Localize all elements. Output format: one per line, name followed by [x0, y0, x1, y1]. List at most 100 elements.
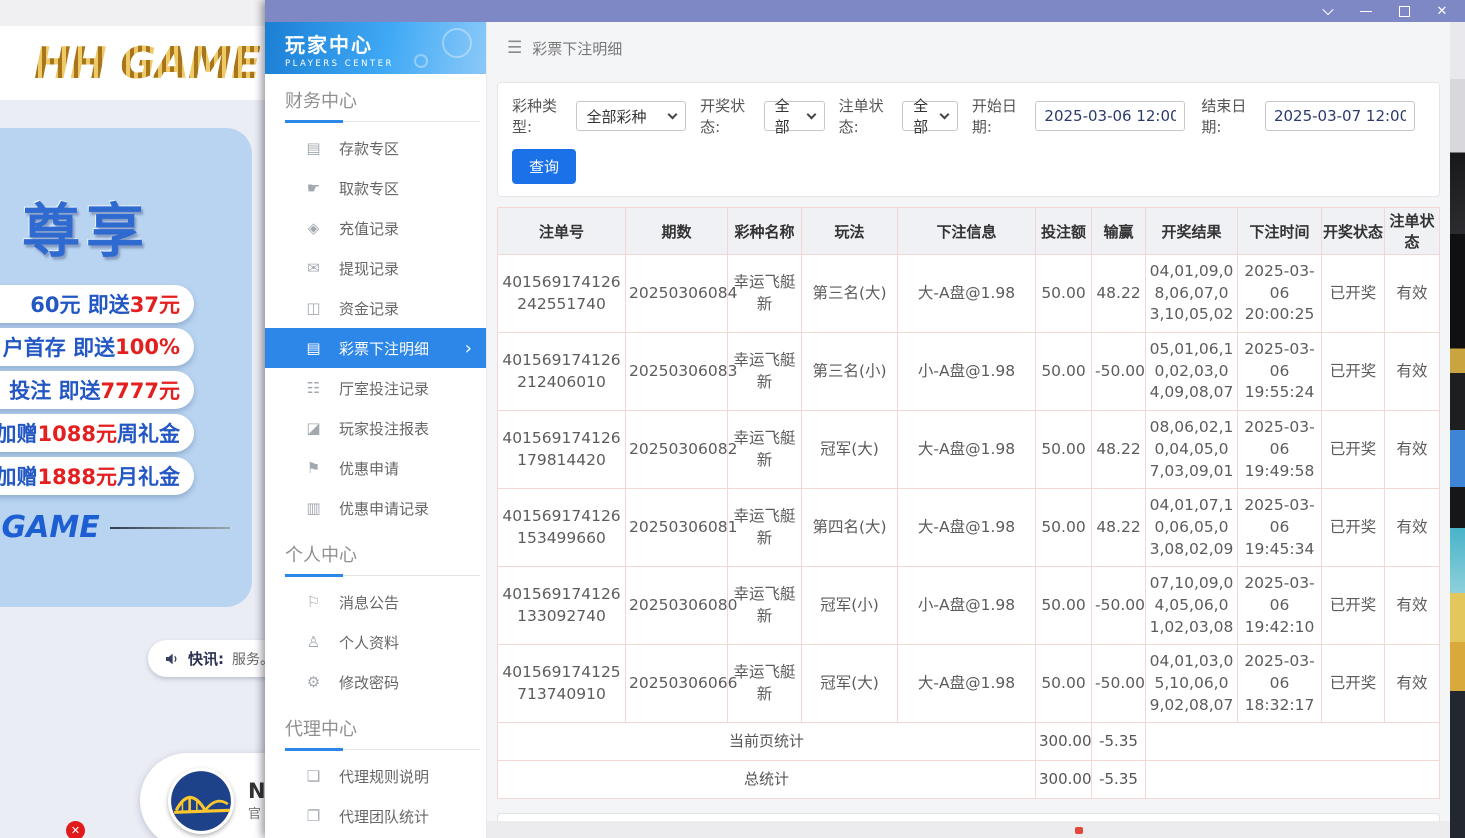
sidebar-item-label: 存款专区: [339, 138, 399, 159]
lottery-cell: 幸运飞艇新: [728, 489, 802, 567]
promo-text: 周礼金: [117, 418, 180, 448]
promo-panel: 尊享 60元 即送37元 户首存 即送100% 投注 即送7777元 天加赠10…: [0, 128, 252, 607]
draw-status-select[interactable]: 全部: [764, 101, 825, 131]
maximize-button[interactable]: [1397, 4, 1411, 18]
sidebar-item-agent-team-stats[interactable]: ❐ 代理团队统计: [265, 796, 486, 836]
sidebar-item-lottery-bet-details[interactable]: ▤ 彩票下注明细 ›: [265, 328, 486, 368]
promo-text: 天加赠: [0, 461, 38, 491]
result-cell: 04,01,07,10,06,05,03,08,02,09: [1146, 489, 1238, 567]
close-button[interactable]: ✕: [1435, 4, 1449, 18]
chevron-down-icon[interactable]: [1321, 4, 1335, 18]
table-row: 401569174126153499660 20250306081 幸运飞艇新 …: [498, 489, 1440, 567]
minimize-button[interactable]: [1359, 4, 1373, 18]
table-row: 401569174126212406010 20250306083 幸运飞艇新 …: [498, 333, 1440, 411]
bell-icon: ⚐: [305, 593, 322, 611]
bet-time-cell: 2025-03-06 19:45:34: [1238, 489, 1322, 567]
bet-id-cell: 401569174125713740910: [498, 645, 626, 723]
sidebar-item-agent-rules[interactable]: ❏ 代理规则说明: [265, 756, 486, 796]
col-header-draw-status: 开奖状态: [1322, 208, 1385, 255]
promo-highlight: 100%: [115, 335, 180, 359]
order-status-label: 注单状态:: [839, 95, 897, 137]
page-summary-row: 当前页统计 300.00 -5.35: [498, 723, 1440, 761]
document-icon: ❏: [305, 767, 322, 785]
page-title: 彩票下注明细: [532, 38, 622, 59]
search-button[interactable]: 查询: [512, 149, 576, 184]
lottery-type-select[interactable]: 全部彩种: [576, 101, 687, 131]
speaker-icon: [164, 651, 180, 667]
amount-cell: 50.00: [1036, 645, 1092, 723]
order-status-cell: 有效: [1385, 645, 1440, 723]
table-header-row: 注单号 期数 彩种名称 玩法 下注信息 投注额 输赢 开奖结果 下注时间 开奖状…: [498, 208, 1440, 255]
sidebar-item-label: 资金记录: [339, 298, 399, 319]
order-status-value: 全部: [913, 95, 931, 137]
footer-strip: [487, 821, 1450, 838]
screen: HH GAME 尊享 60元 即送37元 户首存 即送100% 投注 即送777…: [0, 0, 1465, 838]
bet-id-cell: 401569174126179814420: [498, 411, 626, 489]
sidebar-item-promo-apply[interactable]: ⚑ 优惠申请: [265, 448, 486, 488]
sidebar-item-label: 充值记录: [339, 218, 399, 239]
section-title-agent: 代理中心: [265, 702, 486, 749]
play-cell: 第三名(大): [802, 255, 898, 333]
amount-cell: 50.00: [1036, 333, 1092, 411]
section-title-finance: 财务中心: [265, 74, 486, 121]
sidebar-item-deposit[interactable]: ▤ 存款专区: [265, 128, 486, 168]
promo-text: 投注 即送: [9, 375, 100, 405]
sidebar-item-promo-apply-records[interactable]: ▥ 优惠申请记录: [265, 488, 486, 528]
amount-cell: 50.00: [1036, 567, 1092, 645]
col-header-order-status: 注单状态: [1385, 208, 1440, 255]
summary-empty: [1146, 761, 1440, 799]
amount-cell: 50.00: [1036, 489, 1092, 567]
bet-time-cell: 2025-03-06 19:42:10: [1238, 567, 1322, 645]
summary-amount: 300.00: [1036, 723, 1092, 761]
sidebar-item-player-bet-report[interactable]: ◪ 玩家投注报表: [265, 408, 486, 448]
sidebar-item-fund-records[interactable]: ◫ 资金记录: [265, 288, 486, 328]
result-cell: 07,10,09,04,05,06,01,02,03,08: [1146, 567, 1238, 645]
report-icon: ◪: [305, 419, 322, 437]
lottery-type-value: 全部彩种: [587, 106, 647, 127]
menu-icon[interactable]: ☰: [507, 38, 522, 58]
section-title-personal: 个人中心: [265, 528, 486, 575]
decorative-dash: [110, 527, 230, 529]
close-float-button[interactable]: ✕: [66, 821, 85, 838]
breadcrumb: ☰ 彩票下注明细: [487, 22, 1450, 74]
sidebar: 玩家中心 PLAYERS CENTER 财务中心 ▤ 存款专区 ☛ 取款专区 ◈…: [265, 22, 487, 838]
chevron-down-icon: [668, 110, 678, 120]
bridge-logo-icon: [168, 768, 234, 834]
sidebar-item-hall-bet-records[interactable]: ☷ 厅室投注记录: [265, 368, 486, 408]
table-row: 401569174126133092740 20250306080 幸运飞艇新 …: [498, 567, 1440, 645]
order-status-cell: 有效: [1385, 489, 1440, 567]
sidebar-item-withdrawal-records[interactable]: ✉ 提现记录: [265, 248, 486, 288]
col-header-result: 开奖结果: [1146, 208, 1238, 255]
sidebar-item-change-password[interactable]: ⚙ 修改密码: [265, 662, 486, 702]
chevron-down-icon: [806, 110, 816, 120]
main-panel: ☰ 彩票下注明细 彩种类型: 全部彩种 开奖状态: 全部: [487, 22, 1450, 838]
total-summary-row: 总统计 300.00 -5.35: [498, 761, 1440, 799]
result-cell: 04,01,03,05,10,06,09,02,08,07: [1146, 645, 1238, 723]
col-header-bet-time: 下注时间: [1238, 208, 1322, 255]
order-status-select[interactable]: 全部: [902, 101, 958, 131]
promo-text: 户首存 即送: [3, 332, 115, 362]
play-cell: 第三名(小): [802, 333, 898, 411]
bet-info-cell: 小-A盘@1.98: [898, 567, 1036, 645]
sidebar-item-announcements[interactable]: ⚐ 消息公告: [265, 582, 486, 622]
period-cell: 20250306083: [626, 333, 728, 411]
sidebar-item-profile[interactable]: ♙ 个人资料: [265, 622, 486, 662]
bet-id-cell: 401569174126212406010: [498, 333, 626, 411]
promo-pill: 投注 即送7777元: [0, 371, 194, 409]
col-header-bet-info: 下注信息: [898, 208, 1036, 255]
end-date-input[interactable]: [1265, 101, 1415, 131]
promo-text: 天加赠: [0, 418, 38, 448]
sidebar-item-label: 个人资料: [339, 632, 399, 653]
bet-time-cell: 2025-03-06 19:49:58: [1238, 411, 1322, 489]
promo-highlight: 1888元: [38, 461, 117, 491]
sidebar-item-withdraw[interactable]: ☛ 取款专区: [265, 168, 486, 208]
sidebar-item-recharge-records[interactable]: ◈ 充值记录: [265, 208, 486, 248]
promo-records-icon: ▥: [305, 499, 322, 517]
promo-text: 60元 即送: [30, 289, 130, 319]
bet-id-cell: 401569174126153499660: [498, 489, 626, 567]
result-cell: 05,01,06,10,02,03,04,09,08,07: [1146, 333, 1238, 411]
sidebar-item-label: 代理规则说明: [339, 766, 429, 787]
section-rule: [285, 575, 480, 576]
draw-status-cell: 已开奖: [1322, 411, 1385, 489]
start-date-input[interactable]: [1035, 101, 1185, 131]
